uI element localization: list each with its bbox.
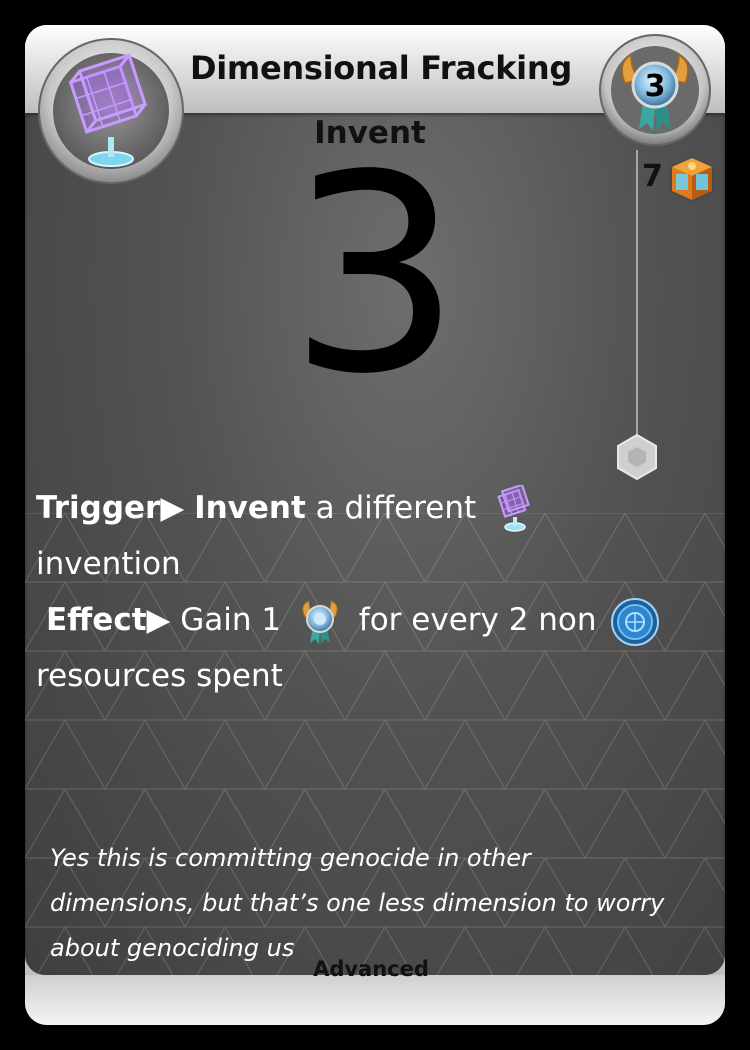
trigger-arrow-icon: ▶ xyxy=(160,490,185,526)
flavor-text: Yes this is committing genocide in other… xyxy=(50,844,665,962)
trigger-line-2: invention xyxy=(36,536,716,592)
medal-icon xyxy=(302,599,338,644)
effect-arrow-icon: ▶ xyxy=(146,602,171,638)
cost-value: 7 xyxy=(642,159,663,194)
tier-medal-icon: 3 xyxy=(599,34,711,146)
effect-line: Effect▶ Gain 1 for every 2 non xyxy=(36,592,716,648)
trigger-text-2: invention xyxy=(36,546,181,582)
effect-line-2: resources spent xyxy=(36,648,716,704)
card-footer xyxy=(25,975,725,1025)
effect-text: Gain 1 xyxy=(180,602,282,638)
tier-number: 3 xyxy=(645,69,666,104)
trigger-label: Trigger xyxy=(36,490,161,526)
blue-token-icon xyxy=(611,597,660,646)
hypercube-icon xyxy=(497,484,530,532)
trigger-verb: Invent xyxy=(194,490,306,526)
hexagon-marker-icon xyxy=(617,433,657,481)
effect-label: Effect xyxy=(46,602,147,638)
effect-text-3: resources spent xyxy=(36,658,283,694)
track-line xyxy=(636,150,638,435)
trigger-text: a different xyxy=(315,490,477,526)
hypercube-icon xyxy=(38,38,184,184)
trigger-line: Trigger▶ Invent a different xyxy=(36,480,716,536)
rules-text: Trigger▶ Invent a different invention Ef… xyxy=(36,480,716,704)
effect-text-2: for every 2 non xyxy=(358,602,597,638)
resource-crate-icon xyxy=(670,156,714,202)
card-title: Dimensional Fracking xyxy=(190,49,572,87)
